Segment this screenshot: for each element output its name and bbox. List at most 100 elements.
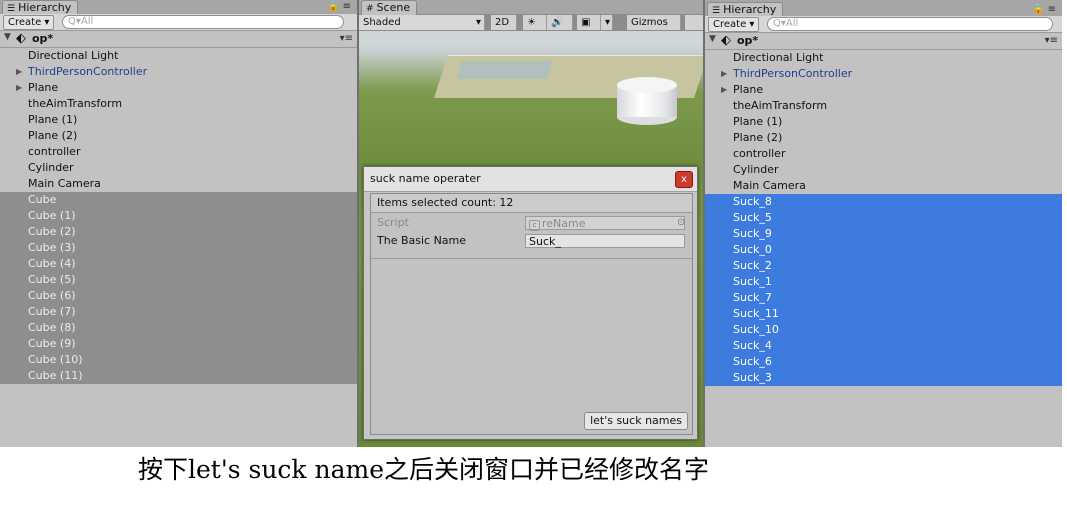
right-tab-tools[interactable]: 🔒 ≡: [1032, 3, 1056, 17]
hierarchy-item[interactable]: Directional Light: [0, 48, 357, 64]
hierarchy-item-label: Suck_7: [733, 291, 772, 304]
hierarchy-item[interactable]: Cube: [0, 192, 357, 208]
right-scene-header[interactable]: ▼ ⬖ op* ▾≡: [705, 32, 1062, 50]
hierarchy-item[interactable]: Cube (6): [0, 288, 357, 304]
hierarchy-item[interactable]: ▶ ThirdPersonController: [0, 64, 357, 80]
shading-dropdown[interactable]: Shaded ▾: [359, 15, 485, 30]
hierarchy-item[interactable]: Suck_9: [705, 226, 1062, 242]
hierarchy-item-label: controller: [28, 145, 81, 158]
basic-name-input[interactable]: Suck_: [525, 234, 685, 248]
hierarchy-item[interactable]: Suck_4: [705, 338, 1062, 354]
hierarchy-item[interactable]: Main Camera: [705, 178, 1062, 194]
object-picker-icon[interactable]: ⊙: [677, 214, 685, 232]
hierarchy-item[interactable]: Suck_8: [705, 194, 1062, 210]
hierarchy-item-label: Plane: [733, 83, 764, 96]
effects-dropdown-icon[interactable]: ▾: [601, 15, 613, 30]
hierarchy-item[interactable]: Main Camera: [0, 176, 357, 192]
gizmos-dropdown[interactable]: Gizmos ▾: [627, 15, 681, 43]
dialog-close-button[interactable]: x: [675, 171, 693, 188]
shading-label: Shaded: [363, 17, 401, 28]
hierarchy-item-label: Suck_10: [733, 323, 779, 336]
hierarchy-item-label: Suck_9: [733, 227, 772, 240]
hierarchy-item-label: theAimTransform: [733, 99, 828, 112]
hierarchy-item[interactable]: theAimTransform: [0, 96, 357, 112]
left-hierarchy-tab-label: Hierarchy: [18, 1, 72, 14]
hierarchy-item[interactable]: Suck_5: [705, 210, 1062, 226]
2d-toggle[interactable]: 2D: [491, 15, 517, 30]
hierarchy-item-label: Cube (11): [28, 369, 83, 382]
expand-arrow-icon[interactable]: ▶: [16, 80, 22, 96]
hierarchy-item[interactable]: controller: [705, 146, 1062, 162]
hierarchy-item[interactable]: Suck_7: [705, 290, 1062, 306]
hierarchy-item[interactable]: Plane (1): [0, 112, 357, 128]
hierarchy-item[interactable]: Suck_10: [705, 322, 1062, 338]
hierarchy-item[interactable]: Cube (4): [0, 256, 357, 272]
hierarchy-item-label: Suck_4: [733, 339, 772, 352]
left-search-input[interactable]: Q▾All: [62, 15, 344, 29]
collapse-triangle-icon[interactable]: ▼: [4, 32, 11, 42]
lets-suck-names-button[interactable]: let's suck names: [584, 412, 688, 430]
hierarchy-item[interactable]: Cube (3): [0, 240, 357, 256]
hierarchy-item[interactable]: Cube (8): [0, 320, 357, 336]
hierarchy-item[interactable]: Suck_3: [705, 370, 1062, 386]
hierarchy-item[interactable]: ▶ ThirdPersonController: [705, 66, 1062, 82]
hierarchy-item[interactable]: Suck_1: [705, 274, 1062, 290]
hierarchy-item[interactable]: Cube (1): [0, 208, 357, 224]
right-hierarchy-toolbar: Create ▾ Q▾All: [705, 16, 1062, 33]
hierarchy-item[interactable]: Cylinder: [705, 162, 1062, 178]
left-hierarchy-tab[interactable]: ☰ Hierarchy: [2, 0, 79, 15]
hierarchy-item[interactable]: Plane (2): [0, 128, 357, 144]
hierarchy-item-label: Cube (4): [28, 257, 76, 270]
hierarchy-item-label: theAimTransform: [28, 97, 123, 110]
right-search-input[interactable]: Q▾All: [767, 17, 1053, 31]
rename-dialog: suck name operater x Items selected coun…: [363, 166, 698, 440]
hierarchy-item-label: Cube (6): [28, 289, 76, 302]
hierarchy-item[interactable]: Cube (7): [0, 304, 357, 320]
hierarchy-item-label: Cube (8): [28, 321, 76, 334]
left-create-button[interactable]: Create ▾: [3, 15, 55, 30]
hierarchy-item-label: controller: [733, 147, 786, 160]
expand-arrow-icon[interactable]: ▶: [721, 82, 727, 98]
script-label: Script: [377, 216, 409, 229]
hierarchy-item[interactable]: theAimTransform: [705, 98, 1062, 114]
expand-arrow-icon[interactable]: ▶: [721, 66, 727, 82]
hierarchy-item[interactable]: Cube (2): [0, 224, 357, 240]
audio-toggle-icon[interactable]: 🔊: [547, 15, 573, 30]
hierarchy-item[interactable]: Plane (1): [705, 114, 1062, 130]
right-create-button[interactable]: Create ▾: [708, 17, 760, 32]
right-scene-menu-icon[interactable]: ▾≡: [1045, 32, 1058, 49]
effects-toggle-icon[interactable]: ▣: [577, 15, 601, 30]
left-scene-header[interactable]: ▼ ⬖ op* ▾≡: [0, 30, 357, 48]
left-scene-menu-icon[interactable]: ▾≡: [340, 30, 353, 47]
hierarchy-item[interactable]: Plane (2): [705, 130, 1062, 146]
hierarchy-item-label: Cube (1): [28, 209, 76, 222]
hierarchy-item[interactable]: Directional Light: [705, 50, 1062, 66]
hierarchy-item[interactable]: Cube (5): [0, 272, 357, 288]
expand-arrow-icon[interactable]: ▶: [16, 64, 22, 80]
lighting-toggle-icon[interactable]: ☀: [523, 15, 547, 30]
hierarchy-item[interactable]: controller: [0, 144, 357, 160]
hierarchy-item-label: Suck_0: [733, 243, 772, 256]
dialog-titlebar[interactable]: suck name operater x: [364, 167, 697, 192]
items-selected-count: Items selected count: 12: [371, 194, 692, 213]
left-tab-tools[interactable]: 🔒 ≡: [327, 0, 351, 14]
hierarchy-item[interactable]: Suck_11: [705, 306, 1062, 322]
hierarchy-item[interactable]: Suck_6: [705, 354, 1062, 370]
hierarchy-item-label: Plane (1): [28, 113, 78, 126]
hierarchy-item[interactable]: Cube (11): [0, 368, 357, 384]
hierarchy-item-label: Suck_8: [733, 195, 772, 208]
scene-search[interactable]: [685, 15, 703, 30]
hierarchy-item-label: Plane (2): [28, 129, 78, 142]
hierarchy-item[interactable]: Suck_0: [705, 242, 1062, 258]
scene-tab[interactable]: # Scene: [361, 0, 418, 15]
hierarchy-item[interactable]: ▶ Plane: [705, 82, 1062, 98]
hierarchy-item[interactable]: ▶ Plane: [0, 80, 357, 96]
hierarchy-item[interactable]: Cube (10): [0, 352, 357, 368]
scene-sky: [359, 31, 703, 41]
hierarchy-item[interactable]: Cylinder: [0, 160, 357, 176]
hierarchy-item[interactable]: Suck_2: [705, 258, 1062, 274]
hierarchy-item[interactable]: Cube (9): [0, 336, 357, 352]
right-hierarchy-tab[interactable]: ☰ Hierarchy: [707, 2, 784, 17]
collapse-triangle-icon[interactable]: ▼: [709, 34, 716, 44]
shading-chevron-icon: ▾: [475, 17, 481, 28]
